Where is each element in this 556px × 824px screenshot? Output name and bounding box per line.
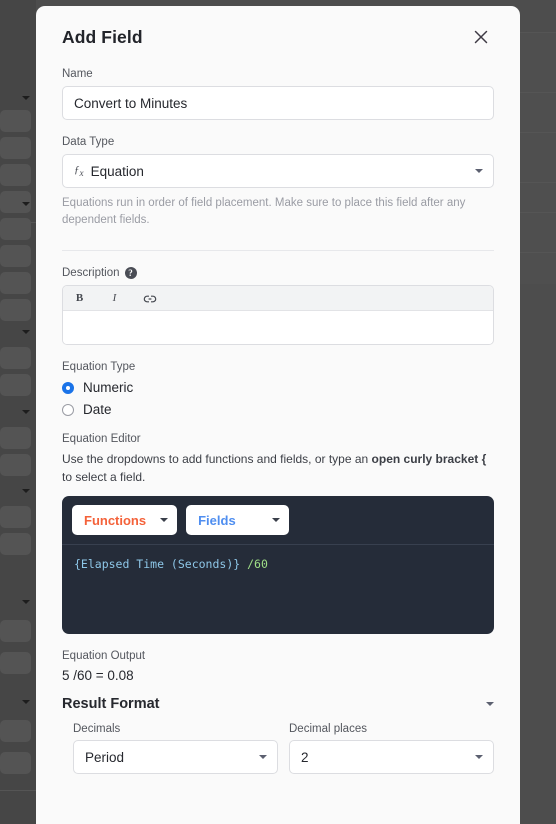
decimal-places-value: 2 [301,749,309,765]
background-group-caret [22,700,30,704]
decimals-value: Period [85,749,125,765]
fields-dropdown-label: Fields [198,512,236,528]
modal-header: Add Field [36,6,520,50]
name-input[interactable] [62,86,494,120]
equation-editor-group: Equation Editor Use the dropdowns to add… [62,433,494,635]
link-icon[interactable] [142,292,157,304]
add-field-modal: Add Field Name Data Type ƒx Equation Equ… [36,6,520,824]
section-divider [62,250,494,252]
italic-button[interactable]: I [107,292,122,304]
background-nav-item [0,347,31,369]
background-sidebar [0,0,36,824]
background-nav-item [0,720,31,742]
name-label: Name [62,68,93,80]
background-row [520,182,556,212]
background-nav-item [0,137,31,159]
decimals-group: Decimals Period [73,723,278,775]
fields-dropdown[interactable]: Fields [186,505,290,536]
radio-numeric-label: Numeric [83,380,134,396]
equation-output-value: 5 /60 = 0.08 [62,668,134,684]
data-type-label: Data Type [62,136,115,148]
fx-icon: ƒx [74,163,84,179]
radio-numeric-indicator [62,381,74,394]
background-nav-item [0,110,31,132]
radio-date-label: Date [83,402,112,418]
background-group-caret [22,330,30,334]
background-nav-item [0,620,31,642]
decimals-select[interactable]: Period [73,740,278,775]
data-type-value: Equation [90,163,144,179]
close-icon[interactable] [468,24,494,50]
chevron-down-icon [475,169,483,173]
background-nav-item [0,374,31,396]
background-row [520,32,556,92]
radio-date-indicator [62,403,74,416]
background-row [520,92,556,132]
chevron-down-icon [259,755,267,760]
background-nav-item [0,164,31,186]
equation-output-label: Equation Output [62,650,146,663]
background-group-caret [22,96,30,100]
decimal-places-label: Decimal places [289,723,367,736]
background-group-caret [22,410,30,414]
chevron-down-icon [272,518,281,523]
background-nav-item [0,218,31,240]
background-group-caret [22,600,30,604]
decimal-places-select[interactable]: 2 [289,740,494,775]
result-format-title: Result Format [62,696,160,713]
description-input[interactable] [63,311,493,345]
instruction-post: to select a field. [62,469,146,484]
background-nav-item [0,652,31,674]
description-rich-text-editor: B I [62,285,494,346]
instruction-bold: open curly bracket { [371,452,487,467]
background-nav-item [0,427,31,449]
equation-type-group: Equation Type Numeric Date [62,361,494,417]
equation-editor-label: Equation Editor [62,433,141,446]
data-type-group: Data Type ƒx Equation Equations run in o… [62,136,494,228]
background-nav-item [0,752,31,774]
description-label: Description [62,267,120,280]
equation-operator-token: /60 [240,557,268,572]
background-row [520,132,556,182]
question-mark-icon[interactable]: ? [124,267,137,280]
name-field-group: Name [62,68,494,120]
background-group-caret [22,202,30,206]
data-type-select[interactable]: ƒx Equation [62,154,494,188]
background-row [520,212,556,252]
chevron-down-icon [475,755,483,760]
description-toolbar: B I [63,286,493,312]
instruction-pre: Use the dropdowns to add functions and f… [62,452,372,467]
result-format-controls: Decimals Period Decimal places 2 [62,723,494,775]
functions-dropdown[interactable]: Functions [72,505,178,536]
decimal-places-group: Decimal places 2 [289,723,494,775]
equation-editor: Functions Fields {Elapsed Time (Seconds)… [62,496,494,635]
background-row [520,252,556,284]
description-group: Description ? B I [62,267,494,346]
equation-field-token: {Elapsed Time (Seconds)} [74,557,241,572]
background-nav-item [0,299,31,321]
equation-code-input[interactable]: {Elapsed Time (Seconds)} /60 [62,545,494,634]
page-title: Add Field [62,26,143,47]
background-divider [0,790,36,791]
background-nav-item [0,454,31,476]
background-nav-item [0,272,31,294]
equation-type-label: Equation Type [62,361,136,374]
chevron-down-icon [486,702,494,707]
result-format-section-header[interactable]: Result Format [62,696,494,712]
decimals-label: Decimals [73,723,121,736]
background-content [520,0,556,824]
functions-dropdown-label: Functions [84,512,147,528]
bold-button[interactable]: B [72,292,87,304]
background-nav-item [0,506,31,528]
equation-editor-toolbar: Functions Fields [62,496,494,546]
radio-date[interactable]: Date [62,402,494,417]
equation-editor-instruction: Use the dropdowns to add functions and f… [62,451,494,486]
chevron-down-icon [160,518,169,523]
data-type-helper-text: Equations run in order of field placemen… [62,197,466,226]
radio-numeric[interactable]: Numeric [62,380,494,395]
background-group-caret [22,489,30,493]
background-nav-item [0,245,31,267]
background-nav-item [0,533,31,555]
equation-output-group: Equation Output 5 /60 = 0.08 [62,650,494,683]
